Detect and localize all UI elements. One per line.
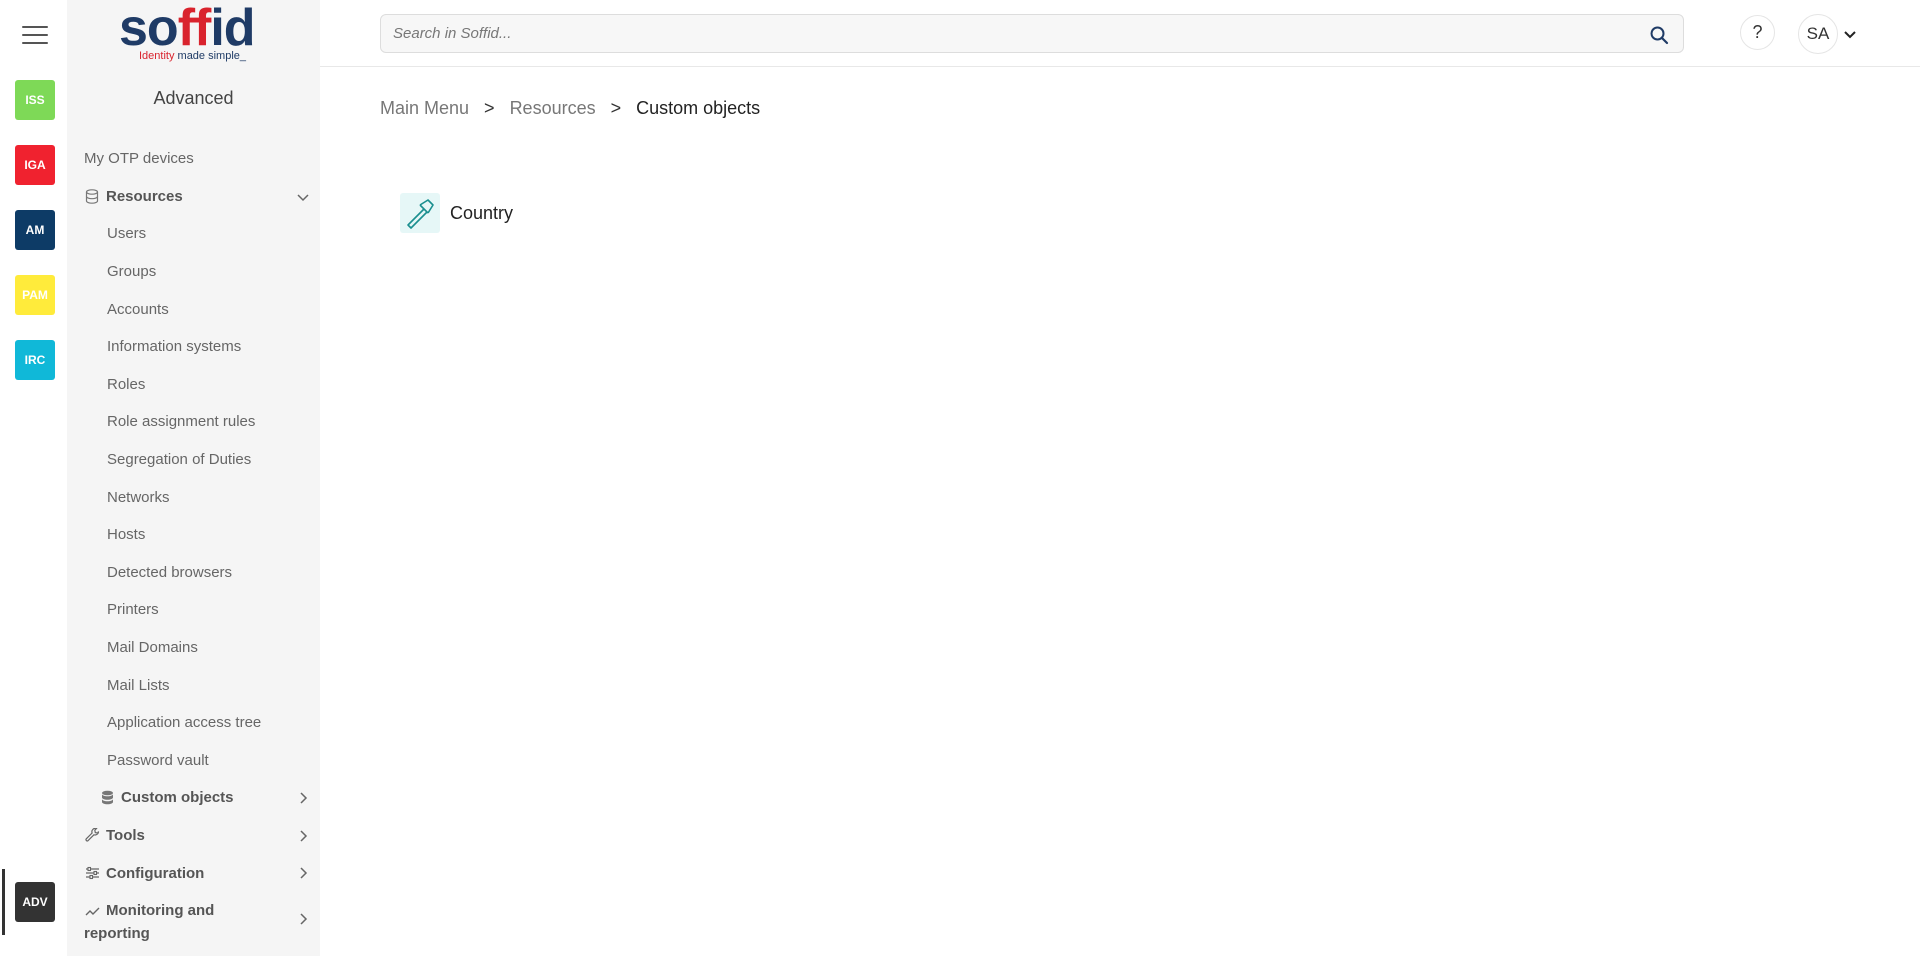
sidebar-item-label: Tools: [106, 826, 145, 844]
breadcrumb-resources[interactable]: Resources: [510, 98, 596, 119]
sidebar-item-configuration[interactable]: Configuration: [67, 854, 320, 892]
database-icon: [84, 188, 100, 204]
breadcrumb-separator: >: [484, 98, 495, 118]
logo-tagline-a: Identity: [139, 50, 175, 62]
sliders-icon: [84, 865, 100, 881]
top-bar: ? SA: [320, 0, 1920, 67]
breadcrumb-main-menu[interactable]: Main Menu: [380, 98, 469, 119]
app-iga-button[interactable]: IGA: [15, 145, 55, 185]
sidebar-item-detected-browsers[interactable]: Detected browsers: [67, 554, 320, 592]
sidebar-item-label: Accounts: [107, 300, 169, 318]
sidebar-item-custom-objects[interactable]: Custom objects: [67, 779, 320, 817]
sidebar-item-resources[interactable]: Resources: [67, 178, 320, 216]
breadcrumb-separator: >: [610, 98, 622, 118]
help-button[interactable]: ?: [1740, 15, 1775, 50]
soffid-logo[interactable]: soffid Identity made simple_: [119, 2, 269, 70]
logo-word: soffid: [119, 0, 256, 57]
active-app-indicator: ADV: [2, 869, 67, 935]
chevron-right-icon[interactable]: [296, 912, 310, 926]
wrench-icon: [84, 827, 100, 843]
custom-object-label: Country: [450, 202, 514, 223]
sidebar-item-label: Role assignment rules: [107, 413, 256, 431]
chart-line-icon: [84, 903, 100, 919]
sidebar-item-label: Printers: [107, 601, 159, 619]
chevron-right-icon[interactable]: [296, 791, 310, 805]
hamburger-menu-icon[interactable]: [22, 26, 48, 48]
sidebar-item-mail-lists[interactable]: Mail Lists: [67, 666, 320, 704]
app-iss-button[interactable]: ISS: [15, 80, 55, 120]
sidebar-item-label: Configuration: [106, 864, 205, 882]
chevron-down-icon[interactable]: [1842, 26, 1858, 42]
sidebar-item-monitoring-and-reporting[interactable]: Monitoring and reporting: [67, 892, 320, 946]
chevron-right-icon[interactable]: [296, 866, 310, 880]
sidebar-item-printers[interactable]: Printers: [67, 591, 320, 629]
sidebar-menu: My OTP devices Resources Users Groups Ac…: [67, 140, 320, 946]
custom-object-country[interactable]: Country: [400, 193, 513, 233]
sidebar-item-mail-domains[interactable]: Mail Domains: [67, 629, 320, 667]
sidebar-item-roles[interactable]: Roles: [67, 366, 320, 404]
search-icon[interactable]: [1649, 25, 1669, 45]
help-label: ?: [1752, 22, 1763, 42]
sidebar-item-networks[interactable]: Networks: [67, 478, 320, 516]
user-avatar[interactable]: SA: [1798, 14, 1838, 54]
sidebar-item-label: Information systems: [107, 338, 242, 356]
sidebar-item-label: Resources: [106, 187, 183, 205]
sidebar-item-label: Groups: [107, 263, 157, 281]
app-rail: ISS IGA AM PAM IRC ADV: [0, 0, 67, 956]
sidebar-item-accounts[interactable]: Accounts: [67, 290, 320, 328]
app-adv-button[interactable]: ADV: [15, 882, 55, 922]
chevron-down-icon[interactable]: [296, 190, 310, 204]
sidebar-item-label: Custom objects: [121, 789, 234, 807]
sidebar-item-label: Detected browsers: [107, 563, 233, 581]
sidebar-item-users[interactable]: Users: [67, 215, 320, 253]
sidebar-item-label: Monitoring and reporting: [84, 901, 215, 942]
sidebar-item-label: Segregation of Duties: [107, 451, 252, 469]
section-title: Advanced: [153, 88, 234, 108]
sidebar-item-application-access-tree[interactable]: Application access tree: [67, 704, 320, 742]
sidebar-item-label: Roles: [107, 375, 146, 393]
sidebar-item-hosts[interactable]: Hosts: [67, 516, 320, 554]
sidebar-item-label: Application access tree: [107, 714, 262, 732]
sidebar-item-label: Password vault: [107, 751, 209, 769]
sidebar-item-information-systems[interactable]: Information systems: [67, 328, 320, 366]
sidebar-item-password-vault[interactable]: Password vault: [67, 742, 320, 780]
sidebar-item-label: My OTP devices: [84, 150, 194, 168]
sidebar-item-label: Users: [107, 225, 147, 243]
sidebar-item-my-otp-devices[interactable]: My OTP devices: [67, 140, 320, 178]
search-box: [380, 14, 1684, 53]
app-am-button[interactable]: AM: [15, 210, 55, 250]
sidebar-item-segregation-of-duties[interactable]: Segregation of Duties: [67, 441, 320, 479]
hammer-icon: [400, 193, 440, 233]
sidebar-item-tools[interactable]: Tools: [67, 817, 320, 855]
sidebar-item-label: Mail Domains: [107, 639, 198, 657]
breadcrumb-current: Custom objects: [636, 98, 761, 118]
sidebar-item-role-assignment-rules[interactable]: Role assignment rules: [67, 403, 320, 441]
sidebar-item-label: Networks: [107, 488, 170, 506]
sidebar-item-label: Mail Lists: [107, 676, 170, 694]
app-irc-button[interactable]: IRC: [15, 340, 55, 380]
user-initials: SA: [1806, 24, 1830, 43]
search-input[interactable]: [393, 15, 1633, 52]
sidebar-item-label: Hosts: [107, 526, 146, 544]
app-pam-button[interactable]: PAM: [15, 275, 55, 315]
sidebar-item-groups[interactable]: Groups: [67, 253, 320, 291]
chevron-right-icon[interactable]: [296, 829, 310, 843]
sidebar: soffid Identity made simple_ Advanced My…: [67, 0, 320, 956]
logo-tagline-b: made simple_: [174, 50, 247, 62]
database-filled-icon: [99, 790, 115, 806]
breadcrumb: Main Menu > Resources > Custom objects: [380, 98, 760, 119]
